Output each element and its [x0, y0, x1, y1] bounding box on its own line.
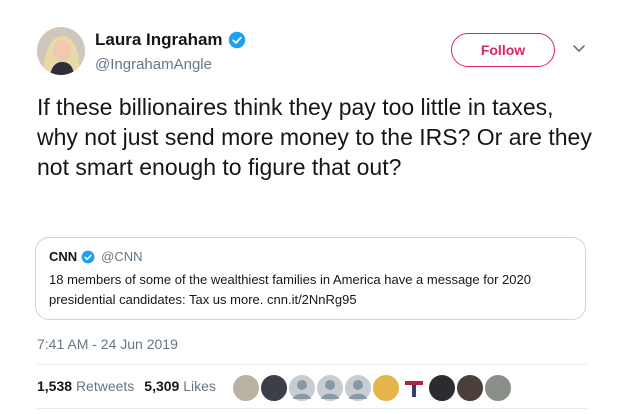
divider: [37, 408, 587, 409]
verified-badge-icon: [81, 250, 95, 263]
author-handle[interactable]: @IngrahamAngle: [95, 56, 246, 73]
tweet-timestamp[interactable]: 7:41 AM - 24 Jun 2019: [37, 336, 178, 352]
liker-avatar[interactable]: [259, 373, 289, 403]
liker-avatar[interactable]: [399, 373, 429, 403]
liker-avatar[interactable]: [315, 373, 345, 403]
retweets-stat[interactable]: 1,538 Retweets: [37, 378, 134, 394]
default-avatar-icon: [293, 380, 311, 399]
verified-badge-icon: [228, 31, 245, 49]
tweet-author: Laura Ingraham @IngrahamAngle: [95, 30, 246, 73]
quoted-author-name: CNN: [49, 249, 78, 264]
liker-avatar[interactable]: [483, 373, 513, 403]
quoted-tweet-header: CNN @CNN: [49, 249, 143, 264]
liker-avatar[interactable]: [427, 373, 457, 403]
author-avatar-image: [37, 27, 85, 75]
likes-stat[interactable]: 5,309 Likes: [144, 378, 216, 394]
liker-avatar[interactable]: [343, 373, 373, 403]
tweet-stats: 1,538 Retweets 5,309 Likes: [37, 378, 216, 394]
quoted-author-handle: @CNN: [101, 249, 143, 264]
chevron-down-icon[interactable]: [569, 38, 589, 58]
quoted-tweet-text: 18 members of some of the wealthiest fam…: [49, 272, 531, 307]
quoted-tweet[interactable]: CNN @CNN 18 members of some of the wealt…: [35, 237, 586, 320]
likes-label: Likes: [183, 378, 216, 394]
author-avatar[interactable]: [37, 27, 85, 75]
flag-avatar-icon: [405, 381, 423, 397]
follow-button[interactable]: Follow: [451, 33, 555, 67]
liker-avatar[interactable]: [231, 373, 261, 403]
liker-avatar[interactable]: [371, 373, 401, 403]
tweet-text: If these billionaires think they pay too…: [37, 94, 592, 180]
default-avatar-icon: [321, 380, 339, 399]
author-name[interactable]: Laura Ingraham: [95, 30, 223, 50]
liker-avatar[interactable]: [455, 373, 485, 403]
liker-avatar[interactable]: [287, 373, 317, 403]
retweets-label: Retweets: [75, 378, 135, 394]
likes-count: 5,309: [144, 378, 180, 394]
divider: [37, 364, 587, 365]
liker-avatars: [231, 372, 513, 403]
default-avatar-icon: [349, 380, 367, 399]
retweets-count: 1,538: [37, 378, 73, 394]
